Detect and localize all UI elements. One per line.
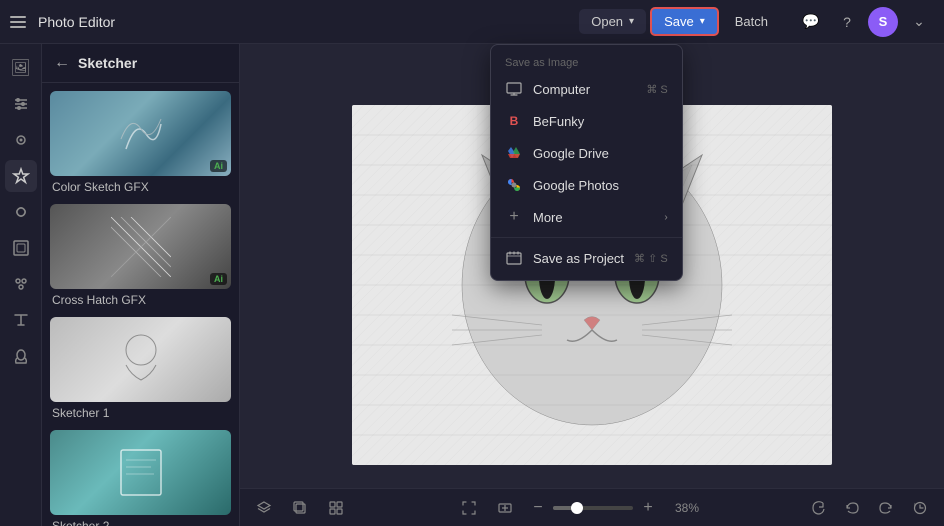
more-arrow-icon: › [664, 212, 667, 223]
panel-header: ← Sketcher [42, 44, 239, 83]
save-more-label: More [533, 210, 563, 225]
ai-badge-2: Ai [210, 273, 227, 285]
effect-thumb-cross-hatch: Ai [50, 204, 231, 289]
save-more-item[interactable]: + More › [491, 201, 682, 233]
dropdown-section-title: Save as Image [491, 51, 682, 73]
app-title: Photo Editor [38, 14, 115, 30]
save-dropdown: Save as Image Computer ⌘ S B BeFunky Goo… [490, 44, 683, 281]
zoom-label: 38% [667, 501, 699, 515]
history-icon[interactable] [906, 494, 934, 522]
zoom-minus-button[interactable]: − [527, 497, 549, 519]
topbar-left: Photo Editor [10, 12, 115, 32]
menu-icon[interactable] [10, 12, 30, 32]
effect-name-4: Sketcher 2 [50, 515, 231, 526]
chat-icon[interactable]: 💬 [796, 7, 826, 37]
bottom-bar: − + 38% [240, 488, 944, 526]
effect-thumb-color-sketch: Ai [50, 91, 231, 176]
save-button[interactable]: Save ▾ [650, 7, 719, 36]
gdrive-icon [505, 144, 523, 162]
refresh-icon[interactable] [804, 494, 832, 522]
effect-name-1: Color Sketch GFX [50, 176, 231, 194]
save-gphotos-item[interactable]: Google Photos [491, 169, 682, 201]
grid-icon[interactable] [322, 494, 350, 522]
bottom-center-controls: − + 38% [350, 494, 804, 522]
bottom-left-tools [250, 494, 350, 522]
save-computer-label: Computer [533, 82, 590, 97]
sidebar-icon-effects[interactable] [5, 160, 37, 192]
topbar: Photo Editor Open ▾ Save ▾ Batch 💬 ? S ⌄ [0, 0, 944, 44]
more-icon: + [505, 208, 523, 226]
open-button[interactable]: Open ▾ [579, 9, 646, 34]
save-project-item[interactable]: Save as Project ⌘ ⇧ S [491, 242, 682, 274]
sidebar-icon-sketch[interactable] [5, 196, 37, 228]
layers-icon[interactable] [250, 494, 278, 522]
save-befunky-label: BeFunky [533, 114, 584, 129]
back-button[interactable]: ← [54, 54, 70, 72]
topbar-actions: Open ▾ Save ▾ Batch [579, 7, 780, 36]
effect-name-3: Sketcher 1 [50, 402, 231, 420]
zoom-plus-button[interactable]: + [637, 497, 659, 519]
effect-item-cross-hatch[interactable]: Ai Cross Hatch GFX [50, 204, 231, 307]
effect-item-color-sketch[interactable]: Ai Color Sketch GFX [50, 91, 231, 194]
save-gdrive-label: Google Drive [533, 146, 609, 161]
main-content: 🖼 ← Sketcher [0, 44, 944, 526]
effects-list: Ai Color Sketch GFX Ai Cross Hatch GFX [42, 83, 239, 526]
sidebar-icon-view[interactable] [5, 124, 37, 156]
ai-badge-1: Ai [210, 160, 227, 172]
icon-sidebar: 🖼 [0, 44, 42, 526]
effect-item-sketcher2[interactable]: Sketcher 2 [50, 430, 231, 526]
zoom-slider[interactable] [553, 506, 633, 510]
bottom-right-actions [804, 494, 934, 522]
save-gdrive-item[interactable]: Google Drive [491, 137, 682, 169]
save-gphotos-label: Google Photos [533, 178, 619, 193]
save-project-shortcut: ⌘ ⇧ S [634, 252, 668, 265]
zoom-fit-icon[interactable] [491, 494, 519, 522]
zoom-controls: − + [527, 497, 659, 519]
effect-item-sketcher1[interactable]: Sketcher 1 [50, 317, 231, 420]
save-project-label: Save as Project [533, 251, 624, 266]
save-computer-item[interactable]: Computer ⌘ S [491, 73, 682, 105]
save-computer-shortcut: ⌘ S [646, 83, 667, 96]
project-icon [505, 249, 523, 267]
topbar-icons: 💬 ? S ⌄ [796, 7, 934, 37]
sidebar-icon-text[interactable] [5, 304, 37, 336]
dropdown-divider [491, 237, 682, 238]
effect-name-2: Cross Hatch GFX [50, 289, 231, 307]
befunky-icon: B [505, 112, 523, 130]
redo-icon[interactable] [872, 494, 900, 522]
open-chevron-icon: ▾ [629, 16, 634, 27]
sidebar-icon-stickers[interactable] [5, 268, 37, 300]
avatar[interactable]: S [868, 7, 898, 37]
sidebar-icon-adjustments[interactable] [5, 88, 37, 120]
sidebar-icon-photo[interactable]: 🖼 [5, 52, 37, 84]
save-befunky-item[interactable]: B BeFunky [491, 105, 682, 137]
panel-title: Sketcher [78, 55, 137, 71]
sidebar-icon-frames[interactable] [5, 232, 37, 264]
computer-icon [505, 80, 523, 98]
effect-thumb-sketcher1 [50, 317, 231, 402]
duplicate-icon[interactable] [286, 494, 314, 522]
gphotos-icon [505, 176, 523, 194]
panel-sidebar: ← Sketcher Ai Color Sketch GFX [42, 44, 240, 526]
effect-thumb-sketcher2 [50, 430, 231, 515]
expand-icon[interactable]: ⌄ [904, 7, 934, 37]
help-icon[interactable]: ? [832, 7, 862, 37]
batch-button[interactable]: Batch [723, 9, 780, 34]
sidebar-icon-touch[interactable] [5, 340, 37, 372]
undo-icon[interactable] [838, 494, 866, 522]
save-chevron-icon: ▾ [700, 16, 705, 27]
fit-screen-icon[interactable] [455, 494, 483, 522]
